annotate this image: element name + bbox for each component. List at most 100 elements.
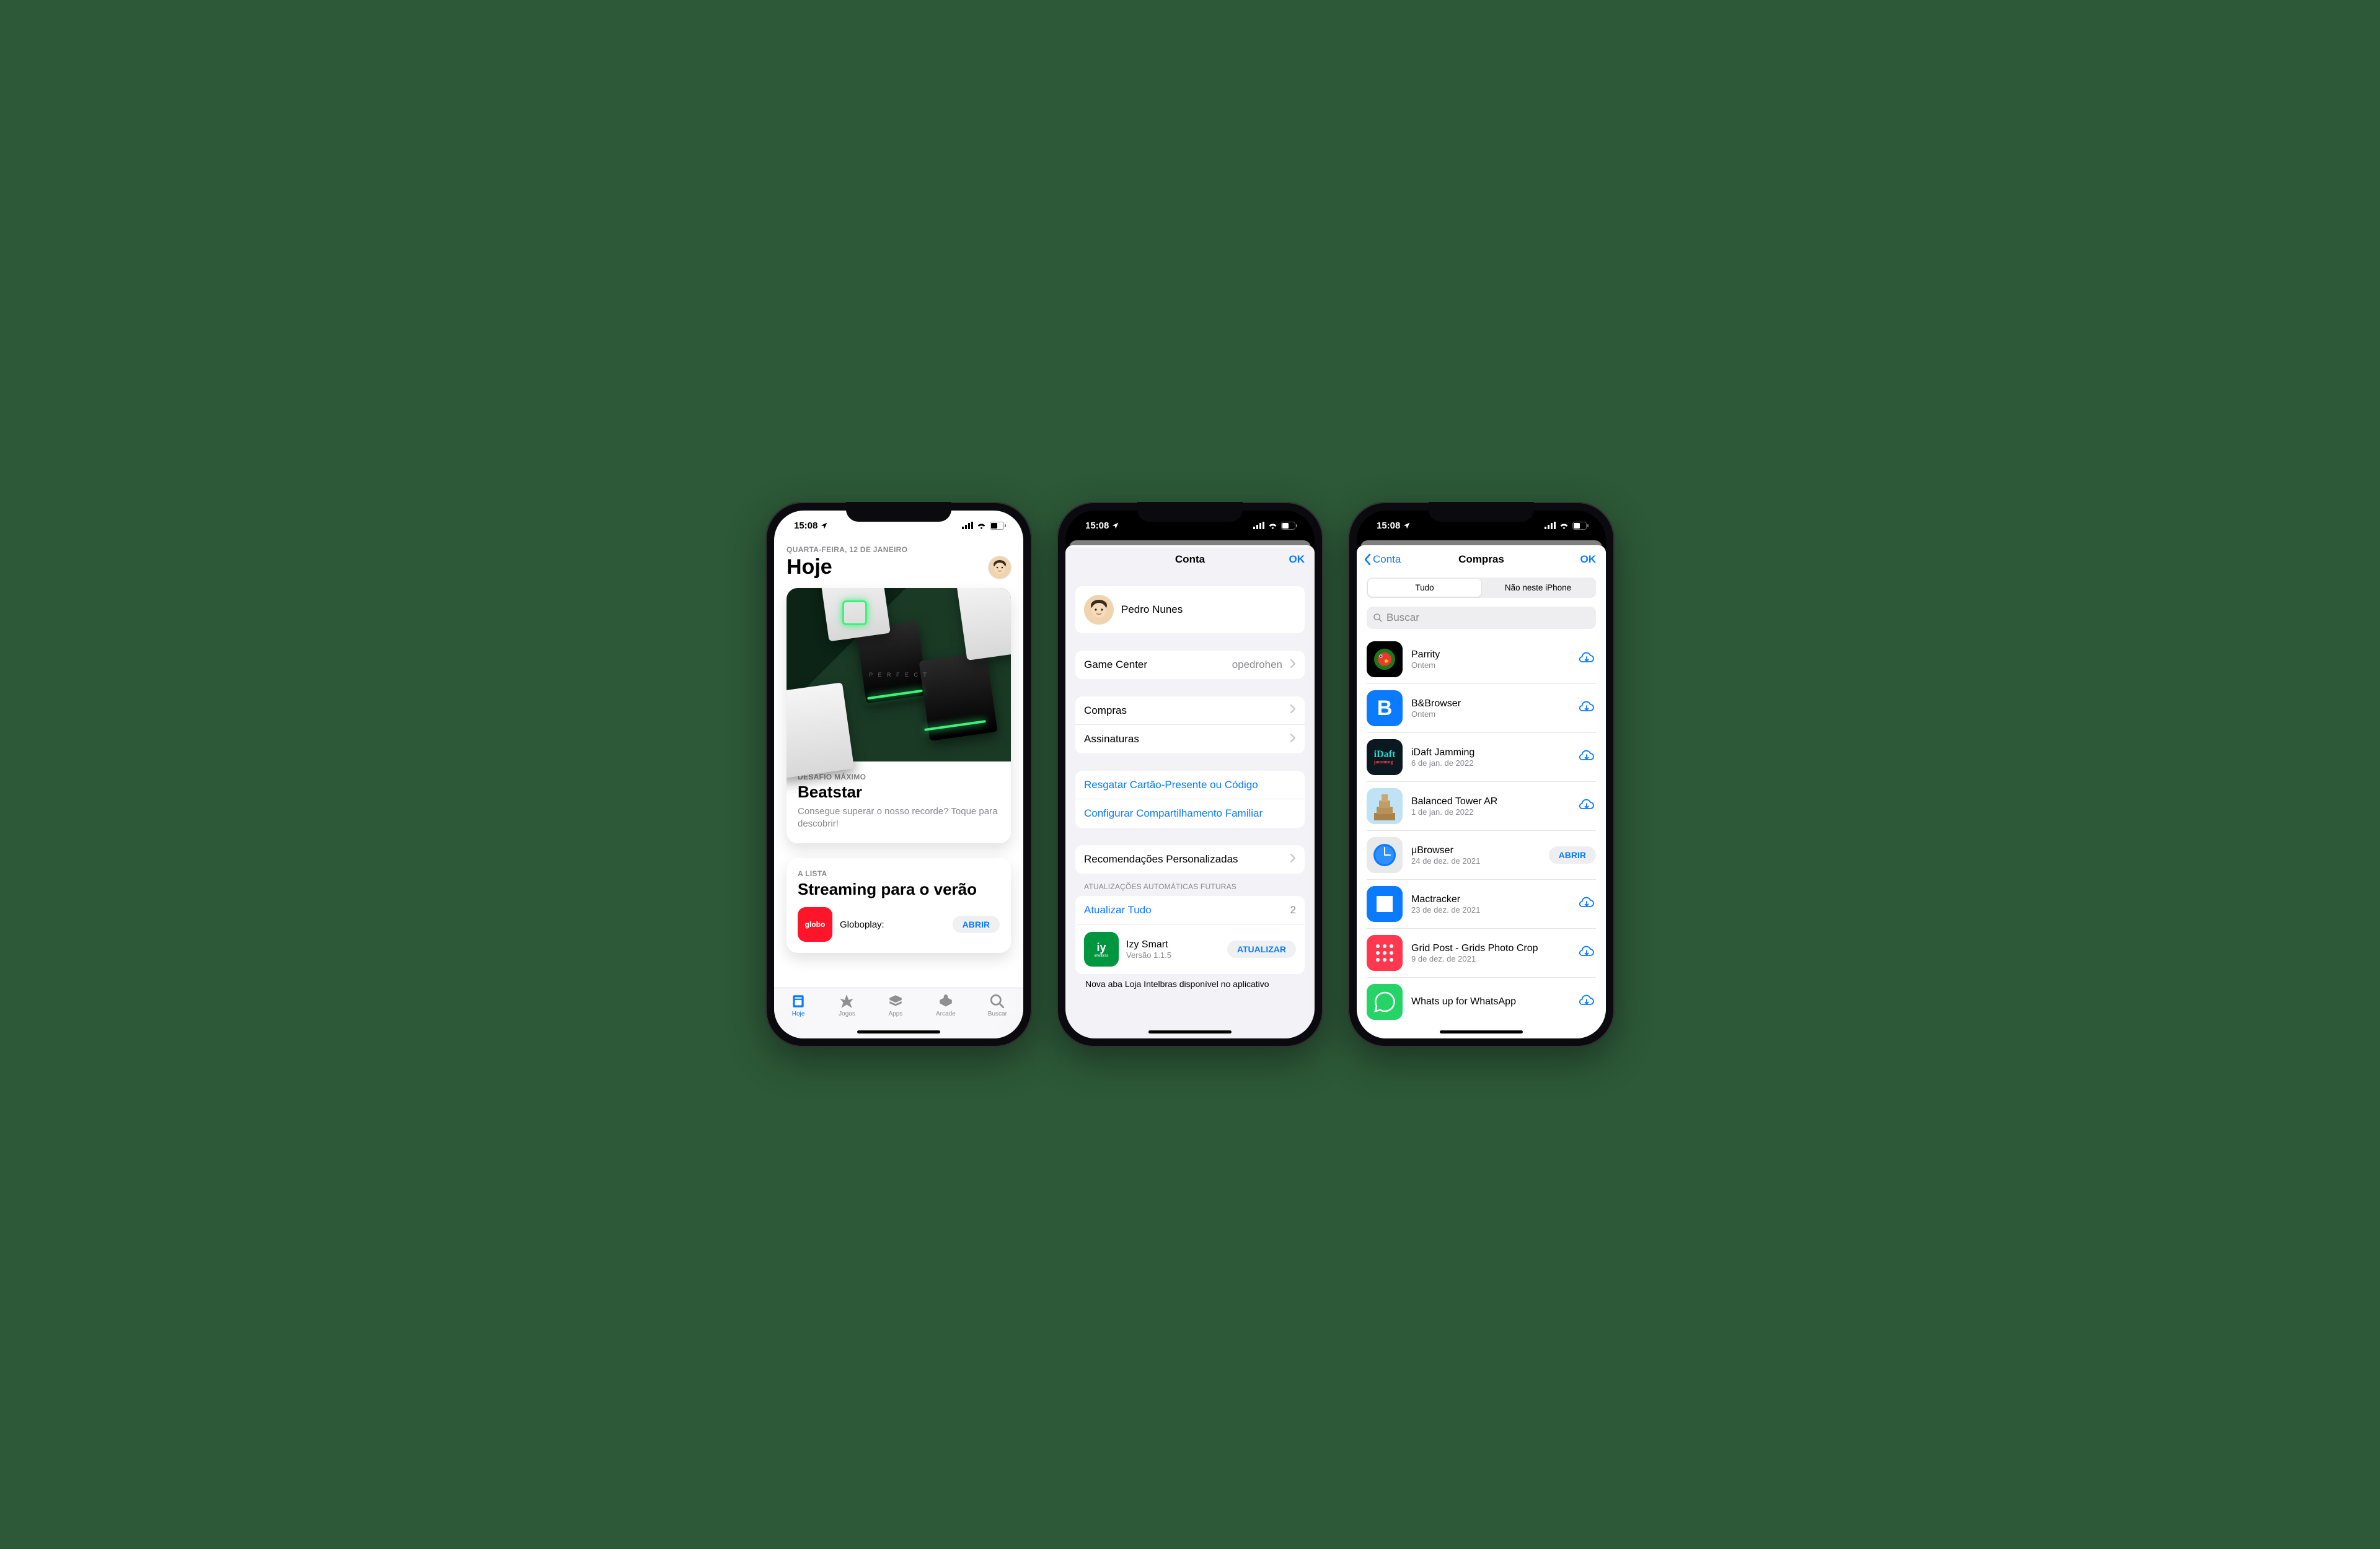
update-button[interactable]: ATUALIZAR <box>1227 941 1296 958</box>
assinaturas-row[interactable]: Assinaturas <box>1075 725 1305 753</box>
purchase-row[interactable]: B B&BrowserOntem <box>1367 684 1596 733</box>
account-avatar-button[interactable] <box>989 556 1011 579</box>
purchase-date-label: Ontem <box>1411 709 1569 719</box>
purchase-date-label: Ontem <box>1411 660 1569 670</box>
nav-title: Conta <box>1175 553 1205 566</box>
cellular-signal-icon <box>1253 522 1264 529</box>
app-name-label: Globoplay: <box>840 919 945 930</box>
purchase-row[interactable]: Grid Post - Grids Photo Crop9 de dez. de… <box>1367 929 1596 978</box>
wifi-icon <box>976 522 987 529</box>
profile-row[interactable]: Pedro Nunes <box>1075 586 1305 633</box>
nav-bar: Conta Compras OK <box>1357 545 1606 574</box>
app-name-label: μBrowser <box>1411 845 1540 856</box>
family-sharing-link-row[interactable]: Configurar Compartilhamento Familiar <box>1075 799 1305 828</box>
app-icon: iDaftjamming <box>1367 739 1403 775</box>
date-label: QUARTA-FEIRA, 12 DE JANEIRO <box>787 545 1011 554</box>
screen-compras: 15:08 Conta Compras OK Tudo <box>1357 511 1606 1038</box>
update-all-row[interactable]: Atualizar Tudo 2 <box>1075 896 1305 924</box>
app-icon <box>1367 886 1403 922</box>
app-name-label: Balanced Tower AR <box>1411 796 1569 807</box>
purchase-row[interactable]: Balanced Tower AR1 de jan. de 2022 <box>1367 782 1596 831</box>
tab-jogos[interactable]: Jogos <box>839 993 855 1038</box>
cellular-signal-icon <box>1545 522 1556 529</box>
phone-frame-2: 15:08 Conta OK <box>1057 502 1323 1047</box>
app-icon: B <box>1367 690 1403 726</box>
izy-smart-update-row[interactable]: iy intelbras Izy Smart Versão 1.1.5 ATUA… <box>1075 924 1305 974</box>
search-input[interactable]: Buscar <box>1367 607 1596 629</box>
update-count-badge: 2 <box>1290 904 1296 916</box>
back-button[interactable]: Conta <box>1363 553 1401 566</box>
app-name-label: iDaft Jamming <box>1411 747 1569 758</box>
purchase-row[interactable]: Mactracker23 de dez. de 2021 <box>1367 880 1596 929</box>
izy-smart-app-icon: iy intelbras <box>1084 932 1119 967</box>
chevron-right-icon <box>1290 733 1296 746</box>
page-title: Hoje <box>787 555 832 579</box>
purchase-date-label: 24 de dez. de 2021 <box>1411 856 1540 866</box>
chevron-right-icon <box>1290 853 1296 866</box>
open-app-button[interactable]: ABRIR <box>1549 846 1596 864</box>
ok-button[interactable]: OK <box>1580 553 1597 566</box>
segment-not-on-iphone[interactable]: Não neste iPhone <box>1481 579 1595 597</box>
tab-buscar[interactable]: Buscar <box>988 993 1007 1038</box>
search-placeholder: Buscar <box>1386 612 1419 624</box>
app-icon <box>1367 641 1403 677</box>
card-description: Consegue superar o nosso recorde? Toque … <box>798 805 1000 831</box>
account-modal-sheet: Conta OK Pedro Nunes Game Center opedroh <box>1065 545 1315 1038</box>
purchase-date-label: 1 de jan. de 2022 <box>1411 807 1569 817</box>
app-name-label: Mactracker <box>1411 894 1569 905</box>
izy-app-name: Izy Smart <box>1126 939 1220 950</box>
card-eyebrow: DESAFIO MÁXIMO <box>798 773 1000 781</box>
download-cloud-button[interactable] <box>1577 944 1596 962</box>
tab-hoje[interactable]: Hoje <box>790 993 806 1038</box>
app-name-label: Parrity <box>1411 649 1569 660</box>
app-name-label: B&Browser <box>1411 698 1569 709</box>
chevron-right-icon <box>1290 704 1296 717</box>
purchase-row[interactable]: iDaftjammingiDaft Jamming6 de jan. de 20… <box>1367 733 1596 782</box>
download-cloud-button[interactable] <box>1577 895 1596 913</box>
purchase-row[interactable]: Whats up for WhatsApp <box>1367 978 1596 1026</box>
compras-modal-sheet: Conta Compras OK Tudo Não neste iPhone B… <box>1357 545 1606 1038</box>
download-cloud-button[interactable] <box>1577 699 1596 717</box>
globoplay-app-icon: globo <box>798 907 832 942</box>
notch <box>1429 502 1534 522</box>
featured-card-streaming[interactable]: A LISTA Streaming para o verão globo Glo… <box>787 858 1011 954</box>
profile-avatar-icon <box>1084 595 1114 625</box>
home-indicator[interactable] <box>1148 1030 1232 1033</box>
location-arrow-icon <box>820 522 828 530</box>
app-name-label: Whats up for WhatsApp <box>1411 996 1569 1007</box>
ok-button[interactable]: OK <box>1289 553 1305 566</box>
updates-section-header: ATUALIZAÇÕES AUTOMÁTICAS FUTURAS <box>1075 882 1305 896</box>
notch <box>846 502 951 522</box>
phone-frame-3: 15:08 Conta Compras OK Tudo <box>1348 502 1615 1047</box>
redeem-link-row[interactable]: Resgatar Cartão-Presente ou Código <box>1075 771 1305 799</box>
download-cloud-button[interactable] <box>1577 650 1596 669</box>
profile-name-label: Pedro Nunes <box>1121 603 1296 616</box>
compras-row[interactable]: Compras <box>1075 696 1305 725</box>
wifi-icon <box>1267 522 1278 529</box>
screen-today: 15:08 QUARTA-FEIRA, 12 DE JANEIRO <box>774 511 1023 1038</box>
download-cloud-button[interactable] <box>1577 993 1596 1011</box>
status-time: 15:08 <box>1377 520 1400 531</box>
segment-tudo[interactable]: Tudo <box>1368 579 1481 597</box>
download-cloud-button[interactable] <box>1577 797 1596 815</box>
purchases-list[interactable]: ParrityOntemBB&BrowserOntemiDaftjammingi… <box>1367 635 1596 1038</box>
download-cloud-button[interactable] <box>1577 748 1596 766</box>
purchase-date-label: 9 de dez. de 2021 <box>1411 954 1569 963</box>
segmented-control: Tudo Não neste iPhone <box>1367 577 1596 598</box>
list-card-eyebrow: A LISTA <box>798 869 1000 878</box>
app-icon <box>1367 788 1403 824</box>
search-icon <box>1373 613 1383 623</box>
location-arrow-icon <box>1111 522 1119 530</box>
battery-icon <box>1572 522 1589 530</box>
purchase-row[interactable]: μBrowser24 de dez. de 2021 ABRIR <box>1367 831 1596 880</box>
featured-card-beatstar[interactable]: P E R F E C T DESAFIO MÁXIMO Beatstar Co… <box>787 588 1011 843</box>
home-indicator[interactable] <box>1440 1030 1523 1033</box>
gamecenter-row[interactable]: Game Center opedrohen <box>1075 651 1305 679</box>
home-indicator[interactable] <box>857 1030 940 1033</box>
battery-icon <box>990 522 1006 530</box>
open-app-button[interactable]: ABRIR <box>953 916 1000 933</box>
phone-frame-1: 15:08 QUARTA-FEIRA, 12 DE JANEIRO <box>765 502 1032 1047</box>
purchase-row[interactable]: ParrityOntem <box>1367 635 1596 684</box>
wifi-icon <box>1559 522 1569 529</box>
personalized-recs-row[interactable]: Recomendações Personalizadas <box>1075 845 1305 874</box>
